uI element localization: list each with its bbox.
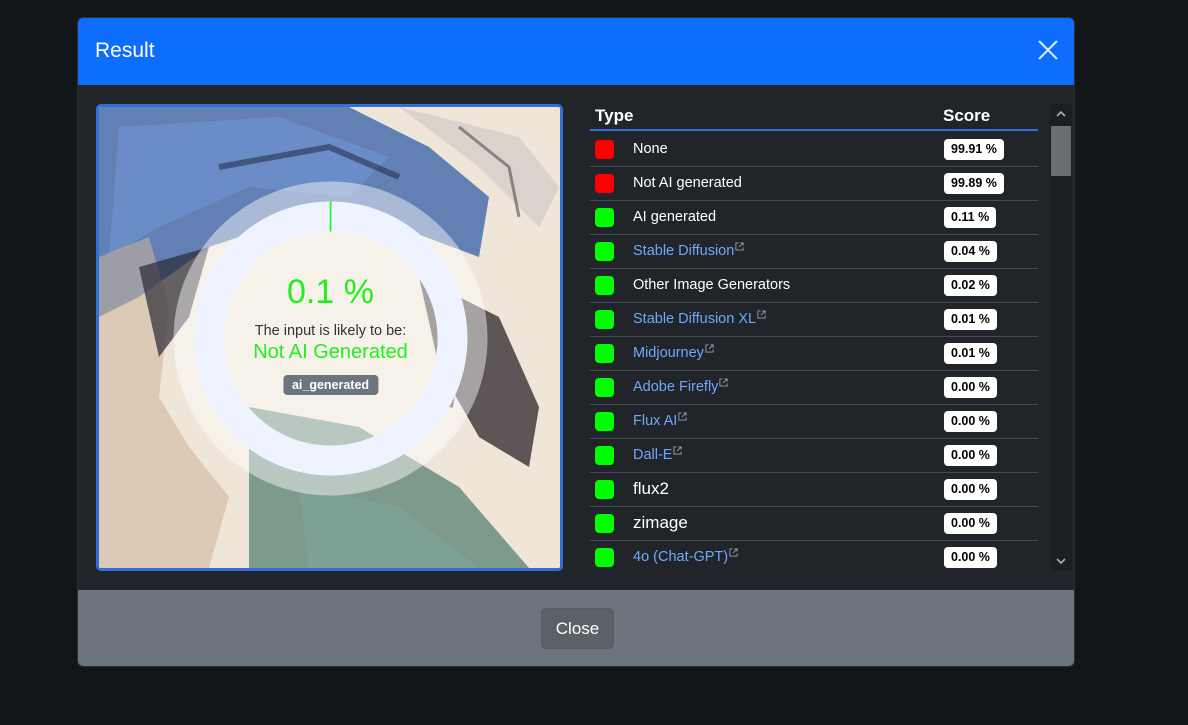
- table-row: Stable Diffusion 0.04 %: [590, 235, 1038, 269]
- type-label-text: Not AI generated: [633, 175, 742, 191]
- ai-percentage: 0.1 %: [287, 273, 374, 311]
- generator-link[interactable]: Adobe Firefly: [633, 378, 728, 395]
- type-label-text: Stable Diffusion: [633, 243, 735, 259]
- table-row: Stable Diffusion XL 0.01 %: [590, 303, 1038, 337]
- type-label-text: flux2: [633, 479, 669, 498]
- type-column-header: Type: [595, 106, 634, 125]
- type-label-text: Flux AI: [633, 413, 678, 429]
- table-row: Flux AI 0.00 %: [590, 405, 1038, 439]
- table-row: Other Image Generators 0.02 %: [590, 269, 1038, 303]
- type-label-text: Adobe Firefly: [633, 379, 719, 395]
- score-badge: 0.00 %: [944, 479, 997, 500]
- score-badge: 0.00 %: [944, 445, 997, 466]
- type-label-text: None: [633, 141, 668, 157]
- type-label-text: 4o (Chat-GPT): [633, 549, 729, 565]
- table-header: Type Score: [590, 104, 1038, 131]
- type-label: Other Image Generators: [633, 277, 790, 293]
- table-row: None 99.91 %: [590, 133, 1038, 167]
- status-indicator: [595, 412, 614, 431]
- type-label: Not AI generated: [633, 175, 742, 191]
- external-link-icon: [735, 242, 744, 251]
- status-indicator: [595, 378, 614, 397]
- score-badge: 0.11 %: [944, 207, 997, 228]
- score-badge: 0.00 %: [944, 411, 997, 432]
- table-row: 4o (Chat-GPT) 0.00 %: [590, 541, 1038, 568]
- generator-link[interactable]: 4o (Chat-GPT): [633, 548, 738, 565]
- score-table: Type Score None 99.91 % Not AI generated 99…: [590, 104, 1038, 568]
- score-badge: 0.04 %: [944, 241, 997, 262]
- type-label-text: AI generated: [633, 209, 717, 225]
- score-badge: 0.01 %: [944, 309, 997, 330]
- result-modal: Result 0.1 % The input is likely to be: …: [77, 17, 1075, 667]
- generator-link[interactable]: Stable Diffusion XL: [633, 310, 766, 327]
- external-link-icon: [757, 310, 766, 319]
- type-label: flux2: [633, 479, 669, 499]
- external-link-icon: [673, 446, 683, 455]
- status-indicator: [595, 242, 614, 261]
- close-icon[interactable]: [1036, 38, 1060, 62]
- modal-header: Result: [78, 18, 1074, 85]
- modal-title: Result: [95, 39, 155, 62]
- external-link-icon: [678, 412, 687, 421]
- status-indicator: [595, 480, 614, 499]
- likelihood-gauge: 0.1 % The input is likely to be: Not AI …: [173, 181, 488, 496]
- external-link-icon: [729, 548, 738, 557]
- type-label-text: Other Image Generators: [633, 277, 791, 293]
- score-badge: 0.00 %: [944, 547, 997, 568]
- type-label-text: Midjourney: [633, 345, 704, 361]
- table-row: zimage 0.00 %: [590, 507, 1038, 541]
- analyzed-image: 0.1 % The input is likely to be: Not AI …: [96, 104, 563, 571]
- score-badge: 0.00 %: [944, 513, 997, 534]
- type-label-text: Dall-E: [633, 447, 673, 463]
- score-badge: 99.89 %: [944, 173, 1004, 194]
- generator-link[interactable]: Flux AI: [633, 412, 687, 429]
- status-indicator: [595, 276, 614, 295]
- likely-text: The input is likely to be:: [254, 323, 407, 339]
- table-row: Not AI generated 99.89 %: [590, 167, 1038, 201]
- generator-link[interactable]: Midjourney: [633, 344, 714, 361]
- status-indicator: [595, 174, 614, 193]
- table-row: AI generated 0.11 %: [590, 201, 1038, 235]
- table-row: flux2 0.00 %: [590, 473, 1038, 507]
- score-badge: 0.01 %: [944, 343, 997, 364]
- chevron-up-icon[interactable]: [1055, 108, 1067, 120]
- score-column-header: Score: [943, 106, 991, 125]
- external-link-icon: [705, 344, 714, 353]
- status-indicator: [595, 344, 614, 363]
- status-indicator: [595, 446, 614, 465]
- class-badge: ai_generated: [282, 375, 379, 395]
- score-badge: 99.91 %: [944, 139, 1004, 160]
- type-label-text: Stable Diffusion XL: [633, 311, 757, 327]
- type-label-text: zimage: [633, 513, 688, 532]
- table-scrollbar[interactable]: [1050, 104, 1072, 571]
- generator-link[interactable]: Dall-E: [633, 446, 683, 463]
- table-row: Midjourney 0.01 %: [590, 337, 1038, 371]
- table-row: Dall-E 0.00 %: [590, 439, 1038, 473]
- verdict-text: Not AI Generated: [253, 341, 408, 363]
- type-label: None: [633, 141, 668, 157]
- close-button[interactable]: Close: [541, 608, 614, 649]
- status-indicator: [595, 140, 614, 159]
- status-indicator: [595, 310, 614, 329]
- external-link-icon: [719, 378, 728, 387]
- status-indicator: [595, 514, 614, 533]
- modal-body: 0.1 % The input is likely to be: Not AI …: [78, 85, 1074, 590]
- generator-link[interactable]: Stable Diffusion: [633, 242, 744, 259]
- scrollbar-thumb[interactable]: [1051, 126, 1071, 176]
- modal-footer: Close: [78, 590, 1074, 666]
- type-label: zimage: [633, 513, 688, 533]
- chevron-down-icon[interactable]: [1055, 555, 1067, 567]
- type-label: AI generated: [633, 209, 716, 225]
- score-badge: 0.00 %: [944, 377, 997, 398]
- table-row: Adobe Firefly 0.00 %: [590, 371, 1038, 405]
- status-indicator: [595, 208, 614, 227]
- score-badge: 0.02 %: [944, 275, 997, 296]
- status-indicator: [595, 548, 614, 567]
